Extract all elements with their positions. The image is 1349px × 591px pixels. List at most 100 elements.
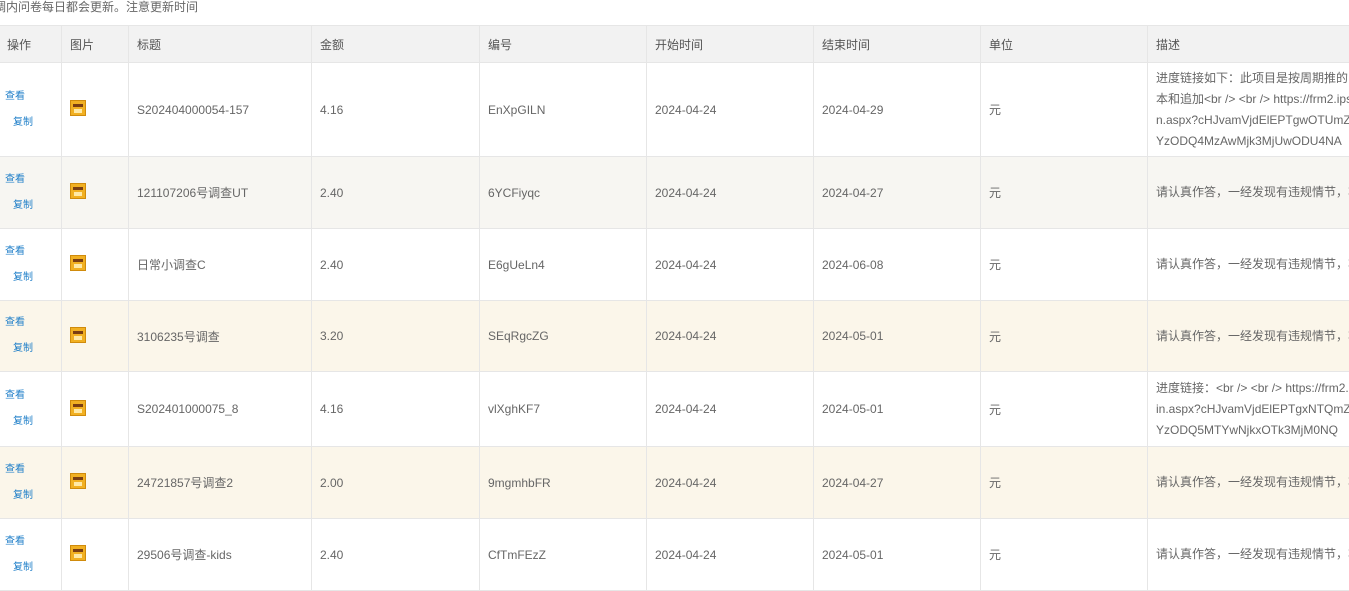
view-link[interactable]: 查看 [5, 536, 61, 548]
title-cell: S202401000075_8 [129, 372, 312, 447]
ops-cell: 查看 复制 [0, 301, 62, 372]
start-time-cell: 2024-04-24 [647, 63, 814, 157]
description-cell: 请认真作答，一经发现有违规情节，将 [1148, 447, 1349, 519]
description-cell: 请认真作答，一经发现有违规情节，将 [1148, 229, 1349, 301]
survey-thumbnail-icon[interactable] [70, 400, 86, 416]
unit-cell: 元 [981, 301, 1148, 372]
header-ops: 操作 [0, 26, 62, 63]
start-time-cell: 2024-04-24 [647, 157, 814, 229]
description-cell: 请认真作答，一经发现有违规情节，将 [1148, 301, 1349, 372]
copy-link[interactable]: 复制 [13, 117, 61, 129]
description-line: YzODQ4MzAwMjk3MjUwODU4NA [1156, 131, 1349, 152]
ops-cell: 查看 复制 [0, 372, 62, 447]
header-code: 编号 [480, 26, 647, 63]
table-header-row: 操作 图片 标题 金额 编号 开始时间 结束时间 单位 描述 [0, 26, 1349, 63]
unit-cell: 元 [981, 372, 1148, 447]
amount-cell: 2.40 [312, 157, 480, 229]
survey-thumbnail-icon[interactable] [70, 473, 86, 489]
copy-link[interactable]: 复制 [13, 272, 61, 284]
unit-cell: 元 [981, 229, 1148, 301]
amount-cell: 4.16 [312, 372, 480, 447]
start-time-cell: 2024-04-24 [647, 229, 814, 301]
ops-cell: 查看 复制 [0, 447, 62, 519]
title-cell: 3106235号调查 [129, 301, 312, 372]
view-link[interactable]: 查看 [5, 464, 61, 476]
description-line: 请认真作答，一经发现有违规情节，将 [1156, 326, 1349, 347]
ops-cell: 查看 复制 [0, 63, 62, 157]
start-time-cell: 2024-04-24 [647, 301, 814, 372]
copy-link[interactable]: 复制 [13, 200, 61, 212]
survey-thumbnail-icon[interactable] [70, 100, 86, 116]
end-time-cell: 2024-06-08 [814, 229, 981, 301]
header-end-time: 结束时间 [814, 26, 981, 63]
survey-table: 操作 图片 标题 金额 编号 开始时间 结束时间 单位 描述 查看 复制 S20… [0, 25, 1349, 591]
survey-thumbnail-icon[interactable] [70, 183, 86, 199]
image-cell [62, 63, 129, 157]
image-cell [62, 372, 129, 447]
survey-thumbnail-icon[interactable] [70, 327, 86, 343]
end-time-cell: 2024-05-01 [814, 301, 981, 372]
image-cell [62, 229, 129, 301]
unit-cell: 元 [981, 447, 1148, 519]
description-line: in.aspx?cHJvamVjdElEPTgxNTQmZC [1156, 399, 1349, 420]
header-description: 描述 [1148, 26, 1349, 63]
header-image: 图片 [62, 26, 129, 63]
ops-cell: 查看 复制 [0, 229, 62, 301]
table-row: 查看 复制 S202401000075_8 4.16 vlXghKF7 2024… [0, 372, 1349, 447]
view-link[interactable]: 查看 [5, 174, 61, 186]
description-line: 请认真作答，一经发现有违规情节，将 [1156, 472, 1349, 493]
table-row: 查看 复制 3106235号调查 3.20 SEqRgcZG 2024-04-2… [0, 301, 1349, 372]
image-cell [62, 157, 129, 229]
end-time-cell: 2024-04-27 [814, 447, 981, 519]
copy-link[interactable]: 复制 [13, 490, 61, 502]
title-cell: S202404000054-157 [129, 63, 312, 157]
amount-cell: 4.16 [312, 63, 480, 157]
description-cell: 进度链接：<br /> <br /> https://frm2.ip in.as… [1148, 372, 1349, 447]
table-row: 查看 复制 S202404000054-157 4.16 EnXpGILN 20… [0, 63, 1349, 157]
end-time-cell: 2024-05-01 [814, 372, 981, 447]
description-line: 进度链接：<br /> <br /> https://frm2.ip [1156, 378, 1349, 399]
amount-cell: 3.20 [312, 301, 480, 372]
copy-link[interactable]: 复制 [13, 343, 61, 355]
code-cell: 6YCFiyqc [480, 157, 647, 229]
description-line: n.aspx?cHJvamVjdElEPTgwOTUmZC [1156, 110, 1349, 131]
table-row: 查看 复制 24721857号调查2 2.00 9mgmhbFR 2024-04… [0, 447, 1349, 519]
header-start-time: 开始时间 [647, 26, 814, 63]
view-link[interactable]: 查看 [5, 317, 61, 329]
title-cell: 24721857号调查2 [129, 447, 312, 519]
header-unit: 单位 [981, 26, 1148, 63]
amount-cell: 2.00 [312, 447, 480, 519]
code-cell: 9mgmhbFR [480, 447, 647, 519]
table-row: 查看 复制 121107206号调查UT 2.40 6YCFiyqc 2024-… [0, 157, 1349, 229]
title-cell: 121107206号调查UT [129, 157, 312, 229]
description-cell: 请认真作答，一经发现有违规情节，将 [1148, 157, 1349, 229]
start-time-cell: 2024-04-24 [647, 372, 814, 447]
unit-cell: 元 [981, 63, 1148, 157]
view-link[interactable]: 查看 [5, 91, 61, 103]
survey-thumbnail-icon[interactable] [70, 545, 86, 561]
description-line: YzODQ5MTYwNjkxOTk3MjM0NQ [1156, 420, 1349, 441]
copy-link[interactable]: 复制 [13, 562, 61, 574]
copy-link[interactable]: 复制 [13, 416, 61, 428]
ops-cell: 查看 复制 [0, 157, 62, 229]
view-link[interactable]: 查看 [5, 246, 61, 258]
title-cell: 日常小调查C [129, 229, 312, 301]
start-time-cell: 2024-04-24 [647, 447, 814, 519]
unit-cell: 元 [981, 157, 1148, 229]
amount-cell: 2.40 [312, 229, 480, 301]
description-line: 请认真作答，一经发现有违规情节，将 [1156, 544, 1349, 565]
code-cell: vlXghKF7 [480, 372, 647, 447]
code-cell: E6gUeLn4 [480, 229, 647, 301]
description-line: 请认真作答，一经发现有违规情节，将 [1156, 254, 1349, 275]
description-line: 请认真作答，一经发现有违规情节，将 [1156, 182, 1349, 203]
end-time-cell: 2024-04-27 [814, 157, 981, 229]
survey-thumbnail-icon[interactable] [70, 255, 86, 271]
image-cell [62, 301, 129, 372]
code-cell: EnXpGILN [480, 63, 647, 157]
header-title: 标题 [129, 26, 312, 63]
view-link[interactable]: 查看 [5, 390, 61, 402]
end-time-cell: 2024-04-29 [814, 63, 981, 157]
image-cell [62, 447, 129, 519]
description-line: 本和追加<br /> <br /> https://frm2.ipso [1156, 89, 1349, 110]
description-cell: 进度链接如下：此项目是按周期推的， 本和追加<br /> <br /> http… [1148, 63, 1349, 157]
